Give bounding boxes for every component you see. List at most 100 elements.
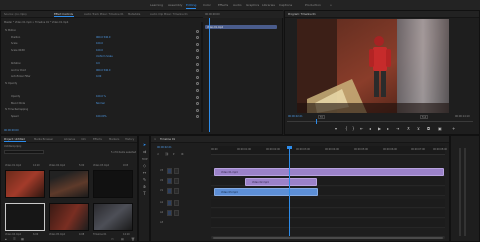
keyframe-toggle-icon[interactable]	[196, 88, 199, 92]
timeline-clip-v1[interactable]: Video 03.mp4	[214, 188, 318, 196]
workspace-captions[interactable]: Captions	[279, 3, 292, 7]
tab-source[interactable]: Source: (no clips)	[4, 13, 27, 16]
lock-icon[interactable]: 🔒︎	[5, 237, 7, 241]
track-lock-v3[interactable]	[174, 168, 179, 174]
effect-property-value[interactable]: Normal	[96, 102, 105, 106]
track-target-a2[interactable]	[167, 210, 172, 216]
workspace-editing[interactable]: Editing	[186, 3, 197, 9]
keyframe-toggle-icon[interactable]	[196, 75, 199, 79]
keyframe-toggle-icon[interactable]	[196, 36, 199, 40]
effect-property-value[interactable]: 100.0	[96, 49, 103, 53]
button-editor-icon[interactable]: +	[452, 127, 455, 131]
hand-tool-icon[interactable]: ✋︎	[142, 184, 147, 189]
keyframe-toggle-icon[interactable]	[196, 102, 199, 106]
slip-tool-icon[interactable]: ↔	[142, 170, 147, 175]
track-target-a1[interactable]	[167, 200, 172, 206]
timeline-ruler[interactable]: 00:00 00:00:01:00 00:00:02:00 00:00:03:0…	[211, 146, 447, 155]
icon-view-icon[interactable]: ▦	[21, 237, 24, 241]
track-a3[interactable]	[211, 219, 445, 228]
linked-selection-icon[interactable]: ⛓︎	[165, 152, 169, 156]
type-tool-icon[interactable]: T	[142, 191, 147, 196]
track-target-v3[interactable]	[167, 168, 172, 174]
effect-playhead[interactable]	[209, 18, 210, 132]
go-to-in-icon[interactable]: ⇤	[360, 127, 363, 131]
workspace-effects[interactable]: Effects	[218, 3, 228, 7]
clip-thumbnail-1[interactable]	[5, 170, 45, 198]
step-back-icon[interactable]: ◂	[369, 127, 371, 131]
new-bin-icon[interactable]: ▭	[111, 237, 114, 241]
tab-history[interactable]: History	[125, 138, 134, 141]
effect-property-value[interactable]: 960.0 540.0	[96, 69, 110, 73]
add-marker-timeline-icon[interactable]: ▾	[173, 152, 175, 156]
comparison-view-icon[interactable]: ▣	[438, 127, 442, 131]
keyframe-toggle-icon[interactable]	[196, 82, 199, 86]
mark-out-icon[interactable]: }	[352, 127, 355, 131]
keyframe-toggle-icon[interactable]	[196, 108, 199, 112]
tab-markers[interactable]: Markers	[109, 138, 119, 141]
track-a2[interactable]	[211, 209, 445, 218]
effect-property-value[interactable]: 0.0	[96, 62, 100, 66]
project-search-input[interactable]	[4, 150, 44, 154]
selection-tool-icon[interactable]: ➤	[142, 142, 147, 147]
snap-icon[interactable]: ∩	[157, 152, 159, 156]
keyframe-toggle-icon[interactable]	[196, 29, 199, 33]
clip-bar[interactable]: Video 01.mp4	[205, 25, 277, 29]
timeline-scroll-thumb[interactable]	[213, 236, 443, 239]
clip-thumbnail-5[interactable]	[49, 203, 89, 231]
ripple-edit-tool-icon[interactable]: ⟺	[142, 156, 148, 161]
effect-property-value[interactable]: Uniform Scale	[96, 55, 113, 59]
effect-property-value[interactable]: 100.0 %	[96, 95, 106, 99]
effect-property-value[interactable]: 100.00%	[96, 115, 107, 119]
timeline-scrollbar[interactable]	[211, 236, 445, 239]
workspace-assembly[interactable]: Assembly	[168, 3, 182, 7]
program-zoom-select[interactable]: Fit	[318, 115, 325, 119]
workspaces-menu-icon[interactable]: »	[330, 3, 332, 7]
timeline-close-icon[interactable]: ×	[154, 138, 156, 141]
trash-icon[interactable]: 🗑︎	[131, 237, 135, 241]
new-item-icon[interactable]: ▤	[121, 237, 124, 241]
tab-audio-track-mixer[interactable]: Audio Track Mixer: Timeline 01	[84, 13, 124, 16]
keyframe-toggle-icon[interactable]	[196, 115, 199, 119]
clip-thumbnail-6[interactable]	[93, 203, 133, 231]
clip-thumbnail-3[interactable]	[93, 170, 133, 198]
timeline-settings-icon[interactable]: ⚙︎	[181, 152, 184, 156]
effect-property-value[interactable]: 960.0 540.0	[96, 36, 110, 40]
track-select-tool-icon[interactable]: ⇉	[142, 149, 147, 154]
list-view-icon[interactable]: ☰	[13, 237, 16, 241]
track-lock-v1[interactable]	[174, 188, 179, 194]
add-marker-icon[interactable]: ▾	[335, 127, 337, 131]
keyframe-toggle-icon[interactable]	[196, 55, 199, 59]
timeline-clip-v2[interactable]: Video 02.mp4	[245, 178, 317, 186]
tab-audio-clip-mixer[interactable]: Audio Clip Mixer: Timeline 01	[150, 13, 188, 16]
program-timecode[interactable]: 00:00:02:21	[288, 115, 303, 119]
program-quality-select[interactable]: Full	[420, 115, 429, 119]
keyframe-toggle-icon[interactable]	[196, 49, 199, 53]
workspace-libraries[interactable]: Libraries	[262, 3, 275, 7]
keyframe-toggle-icon[interactable]	[196, 95, 199, 99]
track-target-v2[interactable]	[167, 178, 172, 184]
lift-icon[interactable]: ⊼	[407, 127, 410, 131]
track-lock-a2[interactable]	[174, 210, 179, 216]
program-video-frame[interactable]	[297, 19, 449, 113]
step-forward-icon[interactable]: ▸	[387, 127, 389, 131]
timeline-playhead[interactable]	[289, 148, 290, 238]
program-title[interactable]: Program: Timeline 01	[288, 13, 316, 16]
tab-effects[interactable]: Effects	[93, 138, 102, 141]
keyframe-toggle-icon[interactable]	[196, 42, 199, 46]
track-target-v1[interactable]	[167, 188, 172, 194]
mark-in-icon[interactable]: {	[345, 127, 348, 131]
timeline-clip-v3[interactable]: Video 01.mp4	[214, 168, 444, 176]
clip-thumbnail-4[interactable]	[5, 203, 45, 231]
tab-info[interactable]: Info	[81, 138, 86, 141]
program-scrub-bar[interactable]	[287, 121, 473, 122]
track-a1[interactable]	[211, 199, 445, 208]
razor-tool-icon[interactable]: ◇	[142, 163, 147, 168]
export-frame-icon[interactable]: ◘	[427, 127, 430, 131]
tab-media-browser[interactable]: Media Browser	[34, 138, 53, 141]
track-lock-v2[interactable]	[174, 178, 179, 184]
workspace-production[interactable]: Production	[305, 3, 321, 7]
tab-metadata[interactable]: Metadata	[128, 13, 140, 16]
track-lock-a1[interactable]	[174, 200, 179, 206]
keyframe-toggle-icon[interactable]	[196, 62, 199, 66]
play-icon[interactable]: ▶	[378, 127, 381, 131]
